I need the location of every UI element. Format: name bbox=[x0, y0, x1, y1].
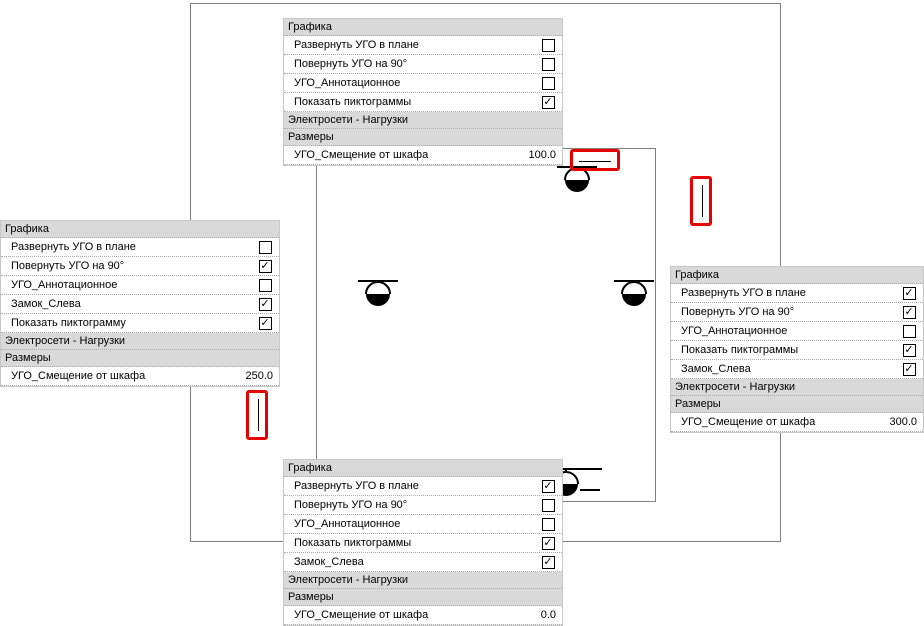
prop-row: УГО_Смещение от шкафа100.0 bbox=[284, 146, 562, 165]
drawing-frame-inner bbox=[316, 148, 656, 502]
prop-label: Развернуть УГО в плане bbox=[284, 37, 534, 53]
prop-row: Повернуть УГО на 90° bbox=[284, 496, 562, 515]
group-header-dim: Размеры bbox=[671, 396, 923, 413]
group-header-dim: Размеры bbox=[284, 589, 562, 606]
checkbox[interactable] bbox=[259, 279, 272, 292]
prop-label: Показать пиктограммы bbox=[284, 535, 534, 551]
checkbox[interactable] bbox=[542, 537, 555, 550]
prop-row: Развернуть УГО в плане bbox=[671, 284, 923, 303]
prop-row: УГО_Смещение от шкафа0.0 bbox=[284, 606, 562, 625]
prop-label: Повернуть УГО на 90° bbox=[284, 56, 534, 72]
prop-label: УГО_Аннотационное bbox=[284, 516, 534, 532]
group-header-elec: Электросети - Нагрузки bbox=[284, 572, 562, 589]
group-header-dim: Размеры bbox=[1, 350, 279, 367]
prop-label: УГО_Смещение от шкафа bbox=[1, 368, 221, 384]
highlight-box bbox=[690, 176, 712, 226]
checkbox[interactable] bbox=[903, 344, 916, 357]
prop-label: Замок_Слева bbox=[284, 554, 534, 570]
prop-row: УГО_Аннотационное bbox=[671, 322, 923, 341]
group-header-elec: Электросети - Нагрузки bbox=[671, 379, 923, 396]
prop-label: УГО_Смещение от шкафа bbox=[671, 414, 865, 430]
checkbox[interactable] bbox=[542, 77, 555, 90]
prop-row: Показать пиктограммы bbox=[671, 341, 923, 360]
prop-value[interactable]: 300.0 bbox=[865, 416, 923, 428]
prop-label: Повернуть УГО на 90° bbox=[1, 258, 251, 274]
group-header-graphics: Графика bbox=[1, 221, 279, 238]
group-header-graphics: Графика bbox=[671, 267, 923, 284]
checkbox[interactable] bbox=[259, 298, 272, 311]
prop-row: Развернуть УГО в плане bbox=[1, 238, 279, 257]
prop-row: Замок_Слева bbox=[1, 295, 279, 314]
properties-panel-bottom: Графика Развернуть УГО в плане Повернуть… bbox=[283, 459, 563, 626]
checkbox[interactable] bbox=[259, 241, 272, 254]
properties-panel-right: Графика Развернуть УГО в плане Повернуть… bbox=[670, 266, 924, 433]
camera-icon bbox=[358, 280, 398, 314]
prop-row: УГО_Аннотационное bbox=[284, 515, 562, 534]
group-header-dim: Размеры bbox=[284, 129, 562, 146]
camera-icon bbox=[557, 166, 597, 200]
highlight-box bbox=[570, 149, 620, 171]
prop-row: Показать пиктограмму bbox=[1, 314, 279, 333]
prop-row: УГО_Смещение от шкафа250.0 bbox=[1, 367, 279, 386]
prop-label: Замок_Слева bbox=[671, 361, 895, 377]
prop-label: Развернуть УГО в плане bbox=[1, 239, 251, 255]
prop-label: Повернуть УГО на 90° bbox=[671, 304, 895, 320]
prop-row: УГО_Аннотационное bbox=[1, 276, 279, 295]
prop-value[interactable]: 250.0 bbox=[221, 370, 279, 382]
group-header-elec: Электросети - Нагрузки bbox=[284, 112, 562, 129]
prop-label: УГО_Смещение от шкафа bbox=[284, 147, 504, 163]
prop-row: УГО_Смещение от шкафа300.0 bbox=[671, 413, 923, 432]
checkbox[interactable] bbox=[259, 317, 272, 330]
prop-label: Развернуть УГО в плане bbox=[671, 285, 895, 301]
prop-row: Показать пиктограммы bbox=[284, 534, 562, 553]
prop-row: Показать пиктограммы bbox=[284, 93, 562, 112]
prop-row: Развернуть УГО в плане bbox=[284, 477, 562, 496]
checkbox[interactable] bbox=[542, 96, 555, 109]
prop-value[interactable]: 100.0 bbox=[504, 149, 562, 161]
prop-label: УГО_Аннотационное bbox=[284, 75, 534, 91]
prop-row: Замок_Слева bbox=[284, 553, 562, 572]
prop-label: Развернуть УГО в плане bbox=[284, 478, 534, 494]
prop-row: УГО_Аннотационное bbox=[284, 74, 562, 93]
checkbox[interactable] bbox=[903, 363, 916, 376]
checkbox[interactable] bbox=[903, 306, 916, 319]
checkbox[interactable] bbox=[542, 556, 555, 569]
checkbox[interactable] bbox=[542, 58, 555, 71]
group-header-graphics: Графика bbox=[284, 460, 562, 477]
stage: Графика Развернуть УГО в плане Повернуть… bbox=[0, 0, 924, 618]
prop-label: Повернуть УГО на 90° bbox=[284, 497, 534, 513]
prop-label: УГО_Аннотационное bbox=[671, 323, 895, 339]
prop-row: Повернуть УГО на 90° bbox=[671, 303, 923, 322]
prop-label: УГО_Смещение от шкафа bbox=[284, 607, 504, 623]
group-header-elec: Электросети - Нагрузки bbox=[1, 333, 279, 350]
checkbox[interactable] bbox=[259, 260, 272, 273]
prop-label: Показать пиктограммы bbox=[284, 94, 534, 110]
checkbox[interactable] bbox=[903, 325, 916, 338]
properties-panel-top: Графика Развернуть УГО в плане Повернуть… bbox=[283, 18, 563, 166]
prop-row: Повернуть УГО на 90° bbox=[1, 257, 279, 276]
prop-row: Повернуть УГО на 90° bbox=[284, 55, 562, 74]
prop-value[interactable]: 0.0 bbox=[504, 609, 562, 621]
prop-label: Показать пиктограммы bbox=[671, 342, 895, 358]
checkbox[interactable] bbox=[542, 518, 555, 531]
prop-label: Замок_Слева bbox=[1, 296, 251, 312]
prop-row: Развернуть УГО в плане bbox=[284, 36, 562, 55]
checkbox[interactable] bbox=[542, 39, 555, 52]
checkbox[interactable] bbox=[903, 287, 916, 300]
checkbox[interactable] bbox=[542, 499, 555, 512]
highlight-box bbox=[246, 390, 268, 440]
checkbox[interactable] bbox=[542, 480, 555, 493]
prop-row: Замок_Слева bbox=[671, 360, 923, 379]
prop-label: Показать пиктограмму bbox=[1, 315, 251, 331]
camera-icon bbox=[614, 280, 654, 314]
prop-label: УГО_Аннотационное bbox=[1, 277, 251, 293]
group-header-graphics: Графика bbox=[284, 19, 562, 36]
properties-panel-left: Графика Развернуть УГО в плане Повернуть… bbox=[0, 220, 280, 387]
